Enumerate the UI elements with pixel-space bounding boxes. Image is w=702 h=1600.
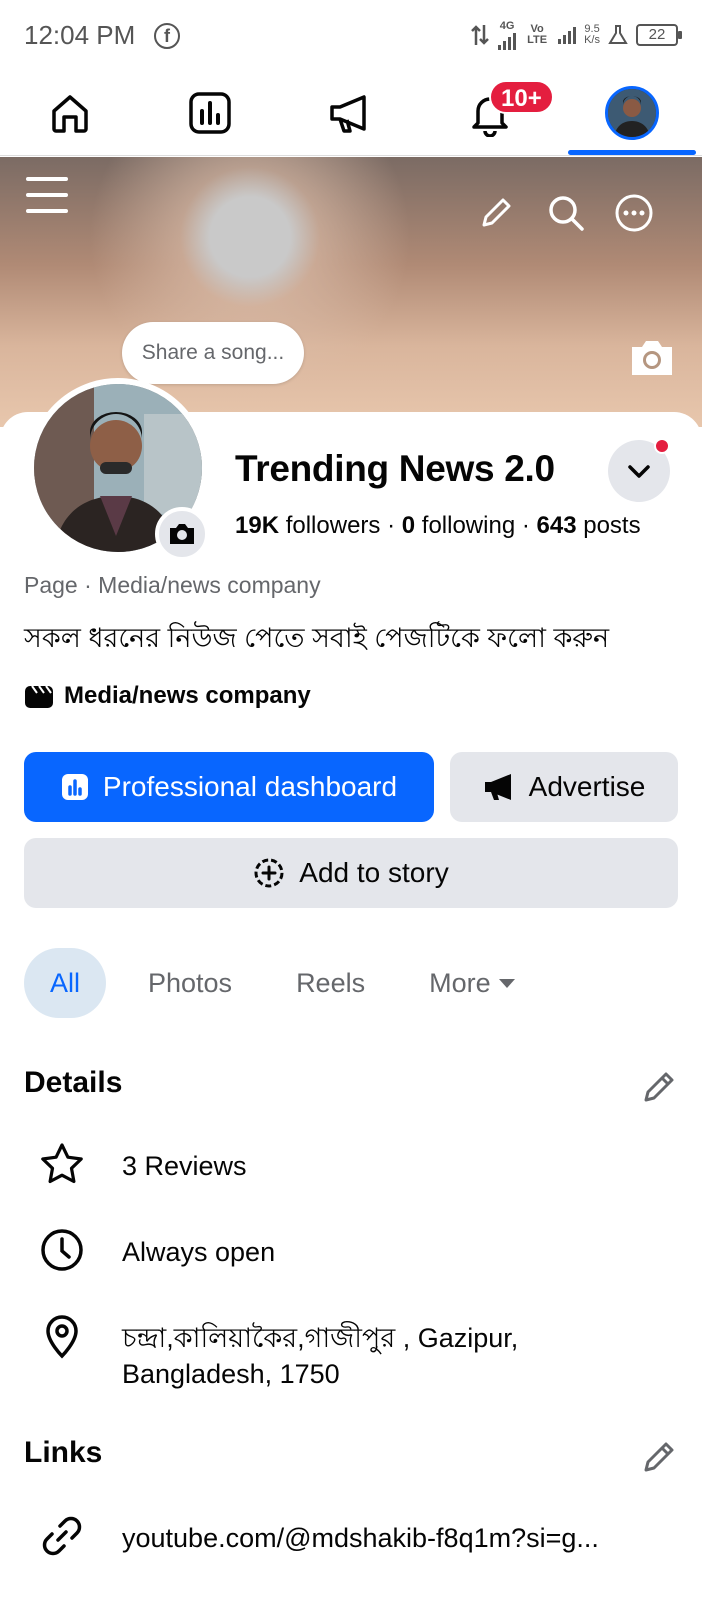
stats-separator: · <box>387 512 402 539</box>
camera-icon <box>170 524 194 544</box>
profile-camera-button[interactable] <box>155 507 209 561</box>
avatar <box>605 86 659 140</box>
page-bio: সকল ধরনের নিউজ পেতে সবাই পেজটিকে ফলো করু… <box>24 623 610 653</box>
posts-count: 643 <box>536 512 577 539</box>
edit-details-icon[interactable] <box>640 1068 678 1106</box>
reviews-row[interactable]: 3 Reviews <box>38 1140 247 1188</box>
advertise-button[interactable]: Advertise <box>450 752 678 822</box>
nav-dashboard[interactable] <box>150 70 270 156</box>
link-row[interactable]: youtube.com/@mdshakib-f8q1m?si=g... <box>38 1512 599 1560</box>
following-label[interactable]: following <box>422 512 515 539</box>
following-count[interactable]: 0 <box>402 512 415 539</box>
data-transfer-icon <box>471 25 489 45</box>
stats-separator: · <box>521 512 537 539</box>
signal-icon <box>498 32 517 50</box>
tab-all[interactable]: All <box>24 948 106 1018</box>
net-speed-unit: K/s <box>584 34 600 46</box>
add-to-story-button[interactable]: Add to story <box>24 838 678 908</box>
content-tabs: All Photos Reels More <box>24 948 559 1018</box>
top-navigation: 10+ <box>0 70 702 156</box>
posts-label: posts <box>583 512 641 539</box>
volte-label: Vo LTE <box>527 23 548 46</box>
edit-icon[interactable] <box>478 195 514 231</box>
edit-links-icon[interactable] <box>640 1438 678 1476</box>
followers-count[interactable]: 19K <box>235 512 279 539</box>
dropdown-notification-dot <box>654 438 670 454</box>
share-song-bubble[interactable]: Share a song... <box>122 322 304 384</box>
add-to-story-label: Add to story <box>299 857 449 888</box>
followers-label[interactable]: followers <box>286 512 381 539</box>
page-title: Trending News 2.0 <box>235 448 555 489</box>
dashboard-icon <box>61 774 88 800</box>
link-url[interactable]: youtube.com/@mdshakib-f8q1m?si=g... <box>122 1512 599 1556</box>
page-stats: 19K followers · 0 following · 643 posts <box>235 512 641 540</box>
category-row[interactable]: Media/news company <box>24 682 311 710</box>
battery-icon: 22 <box>636 24 682 46</box>
add-story-icon <box>254 858 284 888</box>
star-icon <box>41 1143 83 1184</box>
more-options-icon[interactable] <box>614 193 654 233</box>
tab-photos[interactable]: Photos <box>126 948 254 1018</box>
category-label: Media/news company <box>64 682 311 709</box>
cover-camera-icon[interactable] <box>628 337 676 377</box>
links-heading: Links <box>24 1436 103 1469</box>
notification-badge: 10+ <box>489 80 554 114</box>
home-icon <box>52 95 88 133</box>
status-indicators: 4G Vo LTE 9.5 K/s 22 <box>470 18 682 52</box>
address-text: চন্দ্রা,কালিয়াকৈর,গাজীপুর , Gazipur, Ba… <box>122 1312 518 1392</box>
advertise-label: Advertise <box>528 771 646 802</box>
reviews-text: 3 Reviews <box>122 1151 247 1181</box>
location-pin-icon <box>46 1315 78 1359</box>
address-line-1: চন্দ্রা,কালিয়াকৈর,গাজীপুর , Gazipur, <box>122 1323 519 1353</box>
nav-home[interactable] <box>10 70 130 156</box>
nav-ads[interactable] <box>290 70 410 156</box>
megaphone-icon <box>484 774 511 800</box>
clapperboard-icon <box>25 685 53 708</box>
link-icon <box>42 1516 82 1556</box>
tab-reels[interactable]: Reels <box>274 948 387 1018</box>
search-icon[interactable] <box>546 193 586 233</box>
facebook-notification-icon: f <box>154 23 180 49</box>
tab-more-label: More <box>429 967 491 998</box>
clock-icon <box>41 1229 83 1271</box>
network-type: 4G <box>499 19 515 32</box>
status-time: 12:04 PM <box>24 20 136 50</box>
professional-dashboard-label: Professional dashboard <box>102 771 398 802</box>
chevron-down-icon <box>628 465 650 478</box>
page-category-line: Page · Media/news company <box>24 572 321 598</box>
megaphone-icon <box>330 95 366 133</box>
address-row[interactable]: চন্দ্রা,কালিয়াকৈর,গাজীপুর , Gazipur, Ba… <box>38 1312 518 1392</box>
professional-dashboard-button[interactable]: Professional dashboard <box>24 752 434 822</box>
status-bar: 12:04 PM f 4G Vo LTE 9.5 K/s 22 <box>0 0 702 70</box>
caret-down-icon <box>498 979 515 988</box>
address-line-2: Bangladesh, 1750 <box>122 1359 340 1389</box>
nav-profile[interactable] <box>572 70 692 156</box>
active-tab-indicator <box>568 150 696 155</box>
hours-row: Always open <box>38 1226 275 1274</box>
menu-icon[interactable] <box>26 175 68 215</box>
dashboard-icon <box>189 92 231 134</box>
details-heading: Details <box>24 1066 123 1099</box>
hours-text: Always open <box>122 1237 276 1267</box>
tab-more[interactable]: More <box>407 948 539 1018</box>
signal-icon-2 <box>558 26 577 44</box>
flask-icon <box>608 25 628 44</box>
